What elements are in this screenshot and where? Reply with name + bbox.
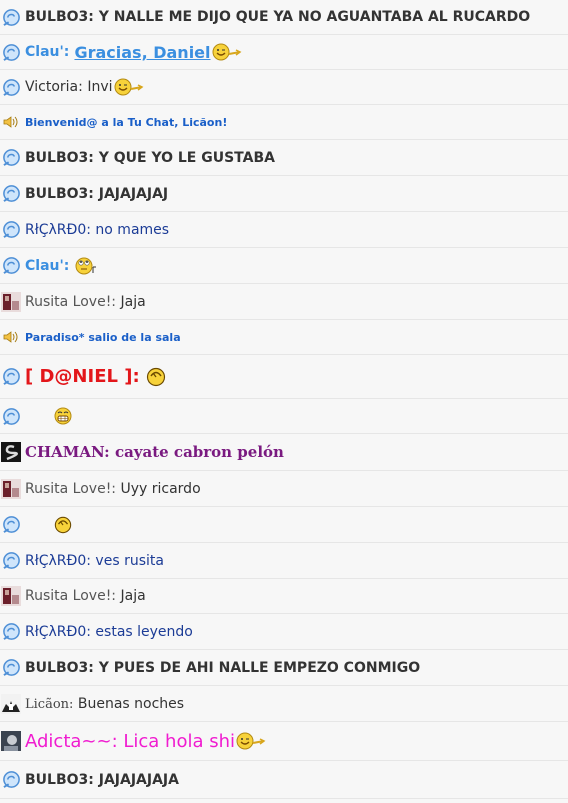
default-user-icon xyxy=(1,148,21,168)
speaker-icon xyxy=(1,327,21,347)
default-user-icon xyxy=(1,184,21,204)
default-user-icon xyxy=(1,367,21,387)
default-user-icon xyxy=(1,7,21,27)
chat-message: Licãon: Buenas noches xyxy=(0,686,568,722)
speaker-icon xyxy=(1,112,21,132)
message-text: Rusita Love!: Jaja xyxy=(25,588,146,604)
default-user-icon xyxy=(1,551,21,571)
grin-emoticon xyxy=(54,407,72,425)
user-avatar xyxy=(1,442,21,462)
chat-message: [ D@NIEL ]: xyxy=(0,355,568,399)
chat-message xyxy=(0,507,568,543)
chat-message: BULBO3: Y PUES DE AHI NALLE EMPEZO CONMI… xyxy=(0,650,568,686)
rolling-eyes-emoticon xyxy=(75,257,99,275)
wink-pointing-emoticon xyxy=(236,732,266,750)
chat-message: Rusita Love!: Jaja xyxy=(0,284,568,320)
chat-message: Clau': xyxy=(0,248,568,284)
username: Clau': xyxy=(25,257,70,274)
default-user-icon xyxy=(1,658,21,678)
default-user-icon xyxy=(1,220,21,240)
default-user-icon xyxy=(1,42,21,62)
wink-pointing-emoticon xyxy=(212,43,242,61)
message-text: Victoria: Invi xyxy=(25,79,113,95)
laughing-emoticon xyxy=(146,367,166,387)
system-message: Bienvenid@ a la Tu Chat, Licãon! xyxy=(0,105,568,140)
system-text: Paradiso* salio de la sala xyxy=(25,330,181,344)
chat-message: BULBO3: JAJAJAJAJA xyxy=(0,761,568,799)
message-text: Rusita Love!: Uyy ricardo xyxy=(25,480,201,497)
message-text: RłÇλRĐ0: ves rusita xyxy=(25,552,164,569)
laughing-emoticon xyxy=(54,516,72,534)
chat-message: BULBO3: JAJAJAJAJ xyxy=(0,176,568,212)
chat-message: Rusita Love!: Uyy ricardo xyxy=(0,471,568,507)
chat-message: Victoria: Invi xyxy=(0,70,568,105)
user-avatar xyxy=(1,291,21,312)
message-text: Licãon: Buenas noches xyxy=(25,695,185,712)
message-text: Adicta~~: Lica hola shi xyxy=(25,730,236,752)
message-text: BULBO3: Y PUES DE AHI NALLE EMPEZO CONMI… xyxy=(25,659,421,676)
chat-message: BULBO3: Y NALLE ME DIJO QUE YA NO AGUANT… xyxy=(0,0,568,35)
username: [ D@NIEL ]: xyxy=(25,366,140,387)
chat-message: BULBO3: Y QUE YO LE GUSTABA xyxy=(0,140,568,176)
wink-pointing-emoticon xyxy=(114,78,144,96)
chat-message: RłÇλRĐ0: ves rusita xyxy=(0,543,568,579)
message-text: BULBO3: Y QUE YO LE GUSTABA xyxy=(25,149,275,166)
user-avatar xyxy=(1,478,21,499)
default-user-icon xyxy=(1,406,21,426)
chat-message: CHAMAN: cayate cabron pelón xyxy=(0,434,568,471)
system-message: Paradiso* salio de la sala xyxy=(0,320,568,355)
default-user-icon xyxy=(1,256,21,276)
chat-message: Rusita Love!: Jaja xyxy=(0,579,568,614)
chat-message: RłÇλRĐ0: estas leyendo xyxy=(0,614,568,650)
message-text: Rusita Love!: Jaja xyxy=(25,293,146,310)
message-text: RłÇλRĐ0: no mames xyxy=(25,221,170,238)
chat-message: Clau': Gracias, Daniel xyxy=(0,35,568,70)
chat-log: BULBO3: Y NALLE ME DIJO QUE YA NO AGUANT… xyxy=(0,0,568,799)
system-text: Bienvenid@ a la Tu Chat, Licãon! xyxy=(25,115,228,129)
chat-message xyxy=(0,399,568,434)
default-user-icon xyxy=(1,515,21,535)
message-link[interactable]: Gracias, Daniel xyxy=(74,43,210,62)
default-user-icon xyxy=(1,622,21,642)
default-user-icon xyxy=(1,770,21,790)
chat-message: Adicta~~: Lica hola shi xyxy=(0,722,568,761)
message-text: CHAMAN: cayate cabron pelón xyxy=(25,443,284,461)
username: Clau': xyxy=(25,44,70,60)
user-avatar xyxy=(1,693,21,714)
chat-message: RłÇλRĐ0: no mames xyxy=(0,212,568,248)
message-text: BULBO3: JAJAJAJAJ xyxy=(25,185,169,202)
message-text: BULBO3: JAJAJAJAJA xyxy=(25,771,179,788)
user-avatar xyxy=(1,586,21,606)
message-text: RłÇλRĐ0: estas leyendo xyxy=(25,623,193,640)
default-user-icon xyxy=(1,77,21,97)
message-text: BULBO3: Y NALLE ME DIJO QUE YA NO AGUANT… xyxy=(25,9,531,25)
user-avatar xyxy=(1,731,21,751)
